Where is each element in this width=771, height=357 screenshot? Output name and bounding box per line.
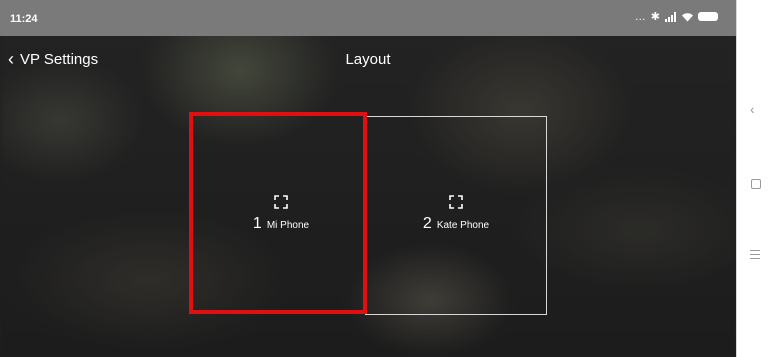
wifi-icon (682, 12, 693, 21)
status-bar: 11:24 … ✱ (0, 0, 736, 36)
signal-icon (665, 11, 676, 22)
home-icon[interactable] (751, 179, 761, 189)
tile-number: 2 (422, 215, 432, 232)
chevron-left-icon: ‹ (8, 49, 14, 69)
status-icons: … ✱ (635, 10, 718, 23)
status-time: 11:24 (10, 13, 38, 25)
menu-icon[interactable] (750, 250, 760, 262)
more-dots-icon: … (634, 10, 647, 23)
tile-label: 2 Kate Phone (423, 215, 489, 233)
layout-tile-2[interactable]: 2 Kate Phone (365, 116, 547, 315)
navigation-bar: ‹ (736, 0, 771, 357)
back-button-label: VP Settings (20, 50, 99, 68)
fullscreen-icon (449, 195, 463, 209)
tile-device-name: Kate Phone (436, 220, 490, 231)
back-button[interactable]: ‹ VP Settings (8, 50, 98, 68)
page-title: Layout (345, 51, 391, 68)
battery-icon (698, 12, 718, 21)
selection-highlight (189, 112, 367, 314)
back-icon[interactable]: ‹ (750, 101, 755, 117)
bluetooth-icon: ✱ (650, 11, 661, 23)
tile-content: 2 Kate Phone (366, 195, 546, 233)
phone-screen: 11:24 … ✱ ‹ VP Settings Layout 1 Mi Phon… (0, 0, 736, 357)
